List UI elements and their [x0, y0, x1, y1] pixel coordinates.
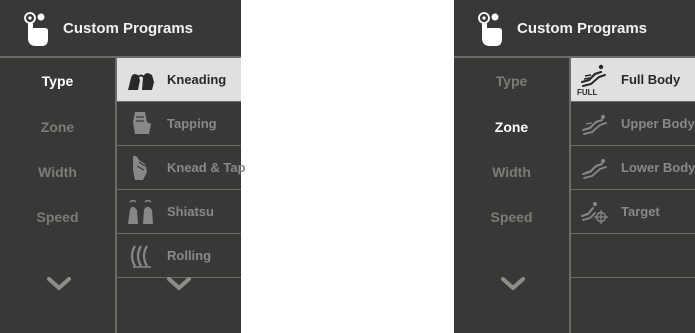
- option-upper-body[interactable]: Upper Body: [571, 102, 695, 146]
- category-width[interactable]: Width: [0, 164, 115, 180]
- header: Custom Programs: [454, 0, 695, 58]
- header: Custom Programs: [0, 0, 241, 58]
- option-empty: [571, 234, 695, 278]
- option-label: Knead & Tap: [167, 160, 246, 175]
- option-target[interactable]: Target: [571, 190, 695, 234]
- shiatsu-thumbs-icon: [128, 199, 153, 224]
- category-width[interactable]: Width: [454, 164, 569, 180]
- knead-tap-hand-icon: [133, 155, 147, 180]
- left-panel: Custom Programs Type Zone Width Speed Kn…: [0, 0, 246, 333]
- chevron-down-icon[interactable]: [47, 277, 71, 291]
- hand-pointer-icon: [24, 12, 48, 46]
- option-full-body[interactable]: FULL Full Body: [571, 58, 695, 102]
- page-title: Custom Programs: [517, 20, 648, 37]
- chevron-down-icon[interactable]: [501, 277, 525, 291]
- category-zone[interactable]: Zone: [454, 119, 569, 135]
- option-knead-and-tap[interactable]: Knead & Tap: [117, 146, 246, 190]
- option-label: Upper Body: [621, 116, 695, 131]
- option-rolling[interactable]: Rolling: [117, 234, 241, 278]
- hand-pointer-icon: [478, 12, 502, 46]
- rolling-icon: [130, 245, 151, 268]
- option-label: Target: [621, 204, 660, 219]
- option-label: Tapping: [167, 116, 217, 131]
- tapping-hand-icon: [133, 112, 151, 134]
- category-speed[interactable]: Speed: [0, 209, 115, 225]
- option-label: Full Body: [621, 72, 681, 87]
- option-label: Shiatsu: [167, 204, 214, 219]
- right-panel: Custom Programs Type Zone Width Speed FU…: [454, 0, 695, 333]
- option-kneading[interactable]: Kneading: [117, 58, 241, 102]
- page-title: Custom Programs: [63, 20, 194, 37]
- lower-body-chair-icon: [582, 159, 607, 179]
- category-zone[interactable]: Zone: [0, 119, 115, 135]
- category-column: Type Zone Width Speed: [0, 58, 117, 333]
- chevron-down-icon[interactable]: [167, 277, 191, 291]
- target-chair-icon: [581, 202, 608, 224]
- option-lower-body[interactable]: Lower Body: [571, 146, 695, 190]
- category-column: Type Zone Width Speed: [454, 58, 571, 333]
- option-shiatsu[interactable]: Shiatsu: [117, 190, 241, 234]
- full-badge: FULL: [577, 88, 598, 97]
- upper-body-chair-icon: [582, 115, 607, 135]
- category-type[interactable]: Type: [0, 73, 115, 89]
- option-label: Lower Body: [621, 160, 695, 175]
- option-label: Rolling: [167, 248, 212, 263]
- option-column: Kneading Tapping Knead & Tap Shiatsu Rol…: [117, 58, 246, 333]
- category-type[interactable]: Type: [454, 73, 569, 89]
- kneading-hands-icon: [128, 73, 154, 90]
- option-column: FULL Full Body Upper Body Lower Body Tar…: [571, 58, 695, 333]
- option-label: Kneading: [167, 72, 227, 87]
- option-tapping[interactable]: Tapping: [117, 102, 241, 146]
- category-speed[interactable]: Speed: [454, 209, 569, 225]
